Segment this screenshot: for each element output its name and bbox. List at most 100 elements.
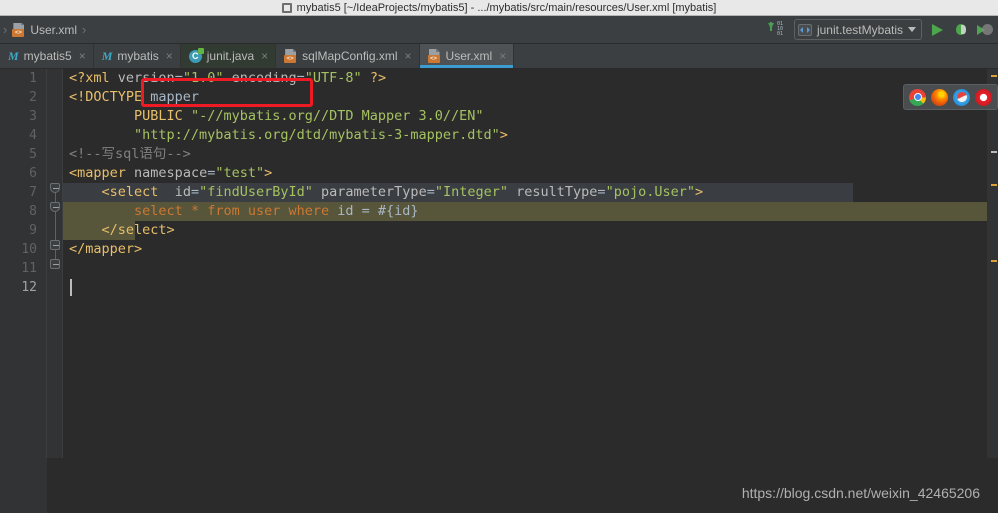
code-line[interactable]: <!--写sql语句-->: [63, 145, 998, 164]
code-token: parameterType: [321, 184, 427, 200]
code-token: </mapper>: [69, 241, 143, 257]
bottom-area: https://blog.csdn.net/weixin_42465206: [0, 458, 998, 513]
code-token: namespace: [134, 165, 208, 181]
fold-marker-line-7[interactable]: [50, 202, 60, 212]
tab-close-icon[interactable]: ×: [497, 50, 506, 62]
caret-mark[interactable]: [991, 151, 997, 153]
code-line[interactable]: PUBLIC "-//mybatis.org//DTD Mapper 3.0//…: [63, 107, 998, 126]
line-number: 2: [29, 90, 37, 105]
code-line[interactable]: <!DOCTYPE mapper: [63, 88, 998, 107]
code-token: user: [247, 203, 289, 219]
code-token: >: [264, 165, 273, 181]
sort-digits-bottom: 01: [776, 30, 783, 37]
code-token: resultType: [516, 184, 598, 200]
editor-scrollbar[interactable]: [987, 69, 998, 458]
line-number: 4: [29, 128, 37, 143]
code-token: #{id}: [377, 203, 419, 219]
maven-module-icon: M: [101, 48, 113, 63]
firefox-icon[interactable]: [931, 88, 948, 106]
tab-mybatis[interactable]: M mybatis ×: [93, 44, 181, 68]
code-token: *: [190, 203, 208, 219]
code-line[interactable]: <select id="findUserById" parameterType=…: [63, 183, 998, 202]
opera-icon[interactable]: [975, 88, 992, 106]
window-title: mybatis5 [~/IdeaProjects/mybatis5] - ...…: [296, 1, 717, 14]
tab-junit-java[interactable]: C junit.java ×: [180, 44, 277, 68]
code-token: "UTF-8": [304, 70, 362, 86]
run-with-coverage-icon: [977, 23, 993, 37]
web-preview-toolbar[interactable]: [903, 84, 998, 110]
tab-mybatis5[interactable]: M mybatis5 ×: [0, 44, 94, 68]
code-token: =: [190, 184, 200, 200]
debug-icon: [953, 23, 969, 37]
tab-close-icon[interactable]: ×: [77, 50, 86, 62]
code-token: >: [694, 184, 704, 200]
warning-mark[interactable]: [991, 75, 997, 77]
tab-close-icon[interactable]: ×: [164, 50, 173, 62]
sort-numeric-icon: 01 10 01: [767, 21, 788, 38]
run-config-icon: [797, 23, 812, 36]
bottom-gutter-strip: [0, 458, 47, 513]
chevron-down-icon[interactable]: [908, 27, 916, 32]
code-token: =: [426, 184, 435, 200]
warning-mark[interactable]: [991, 184, 997, 186]
line-number: 12: [21, 280, 37, 295]
code-token: select: [134, 203, 191, 219]
code-line[interactable]: <mapper namespace="test">: [63, 164, 998, 183]
fold-marker-line-6[interactable]: [50, 183, 60, 193]
code-token: "test": [215, 165, 265, 181]
tab-label: sqlMapConfig.xml: [302, 49, 398, 63]
code-token: mapper: [150, 89, 200, 105]
code-content[interactable]: <?xml version="1.0" encoding="UTF-8" ?> <…: [63, 69, 998, 458]
code-editor[interactable]: 1 2 3 4 5 6 7 8 9 10 11 12 <?xml version="1.0" enco…: [0, 69, 998, 458]
tab-label: User.xml: [445, 49, 493, 63]
code-folding-gutter[interactable]: [47, 69, 63, 458]
code-token: <mapper: [69, 165, 126, 181]
debug-button[interactable]: [952, 19, 970, 41]
run-with-coverage-button[interactable]: [976, 19, 994, 41]
line-number-gutter: 1 2 3 4 5 6 7 8 9 10 11 12: [0, 69, 47, 458]
warning-mark[interactable]: [991, 260, 997, 262]
safari-icon[interactable]: [953, 88, 970, 106]
code-token: where: [288, 203, 338, 219]
tab-close-icon[interactable]: ×: [403, 50, 412, 62]
text-caret: [70, 279, 72, 296]
code-line[interactable]: [63, 278, 998, 297]
tab-user-xml[interactable]: <> User.xml ×: [419, 44, 515, 68]
chrome-icon[interactable]: [909, 88, 926, 106]
code-line[interactable]: "http://mybatis.org/dtd/mybatis-3-mapper…: [63, 126, 998, 145]
code-token: =: [296, 70, 305, 86]
code-token: "1.0": [182, 70, 224, 86]
tab-sqlmapconfig-xml[interactable]: <> sqlMapConfig.xml ×: [276, 44, 420, 68]
xml-file-icon: <>: [427, 49, 441, 63]
line-number: 3: [29, 109, 37, 124]
run-configuration-label: junit.testMybatis: [816, 22, 903, 37]
breadcrumb-item-user-xml[interactable]: <> User.xml: [8, 16, 81, 43]
xml-file-icon: <>: [12, 22, 25, 37]
code-token: "-//mybatis.org//DTD Mapper 3.0//EN": [190, 108, 484, 124]
code-token: "http://mybatis.org/dtd/mybatis-3-mapper…: [134, 127, 500, 143]
code-token: =: [174, 70, 183, 86]
code-line[interactable]: select * from user where id = #{id}: [63, 202, 998, 221]
code-token: <!DOCTYPE: [69, 89, 151, 105]
tab-close-icon[interactable]: ×: [259, 50, 268, 62]
fold-marker-line-9[interactable]: [50, 240, 60, 250]
line-number: 7: [29, 185, 37, 200]
fold-marker-line-10[interactable]: [50, 259, 60, 269]
code-token: <?xml: [69, 70, 118, 86]
run-button[interactable]: [928, 19, 946, 41]
sort-numeric-button[interactable]: 01 10 01: [767, 19, 788, 41]
code-line[interactable]: [63, 259, 998, 278]
run-configuration-selector[interactable]: junit.testMybatis: [793, 19, 922, 40]
code-line[interactable]: </select>: [63, 221, 998, 240]
editor-tab-bar: M mybatis5 × M mybatis × C junit.java × …: [0, 44, 998, 69]
code-token: PUBLIC: [134, 108, 191, 124]
line-number: 11: [21, 261, 37, 276]
code-line[interactable]: </mapper>: [63, 240, 998, 259]
code-line[interactable]: <?xml version="1.0" encoding="UTF-8" ?>: [63, 69, 998, 88]
code-token: "pojo.User": [605, 184, 695, 200]
